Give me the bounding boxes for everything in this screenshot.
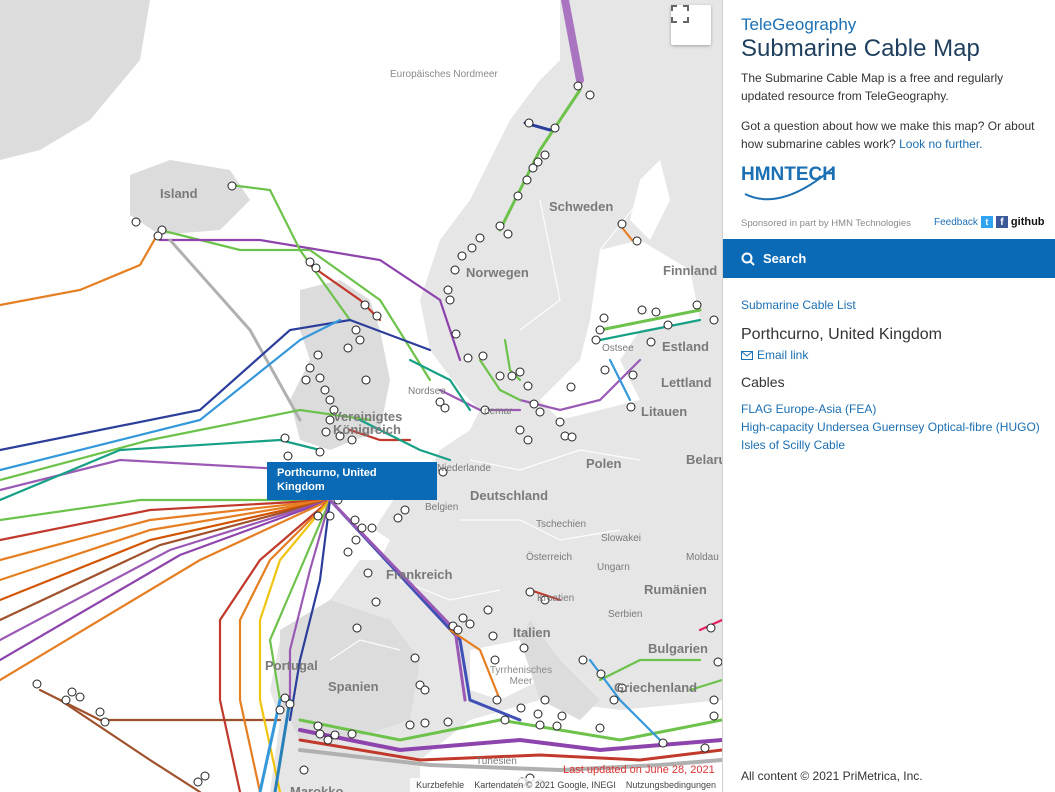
label-tyrrhen: Tyrrhenisches Meer xyxy=(489,665,553,687)
label-rumaenien: Rumänien xyxy=(644,582,707,597)
search-button[interactable]: Search xyxy=(723,239,1055,278)
search-label: Search xyxy=(763,251,807,266)
label-tschechien: Tschechien xyxy=(536,519,587,530)
label-vk-2: Königreich xyxy=(333,422,401,437)
cable-link[interactable]: High-capacity Undersea Guernsey Optical-… xyxy=(741,418,1040,436)
label-finnland: Finnland xyxy=(663,263,718,278)
label-niederlande: Niederlande xyxy=(437,463,491,474)
label-ungarn: Ungarn xyxy=(597,562,630,573)
label-serbien: Serbien xyxy=(608,609,643,620)
label-italien: Italien xyxy=(513,625,551,640)
label-portugal: Portugal xyxy=(265,658,318,673)
feedback-link[interactable]: Feedback xyxy=(934,217,978,228)
label-griechenland: Griechenland xyxy=(614,680,698,695)
label-ostsee: Ostsee xyxy=(602,343,634,354)
sponsor-logo-text: HMNTECH xyxy=(741,164,836,185)
question-body: Got a question about how we make this ma… xyxy=(741,119,1035,151)
landing-point-popup[interactable]: Porthcurno, United Kingdom xyxy=(267,462,437,500)
sponsor-logo-mark: HMNTECH xyxy=(741,164,836,201)
terms-link[interactable]: Nutzungsbedingungen xyxy=(626,780,716,790)
search-icon xyxy=(741,252,755,266)
label-litauen: Litauen xyxy=(641,404,688,419)
cable-list-link[interactable]: Submarine Cable List xyxy=(741,298,856,312)
copyright: All content © 2021 PriMetrica, Inc. xyxy=(741,769,923,783)
envelope-icon xyxy=(741,350,753,360)
intro-text: The Submarine Cable Map is a free and re… xyxy=(741,71,1004,103)
last-updated: Last updated on June 28, 2021 xyxy=(563,764,715,776)
place-title: Porthcurno, United Kingdom xyxy=(741,326,942,343)
label-tunesien: Tunesien xyxy=(476,756,517,767)
email-link[interactable]: Email link xyxy=(741,348,808,362)
label-norwegen: Norwegen xyxy=(466,265,529,280)
map-view[interactable]: Europäisches Nordmeer Island Schweden No… xyxy=(0,0,722,792)
facebook-icon[interactable]: f xyxy=(995,216,1008,228)
label-spanien: Spanien xyxy=(328,679,379,694)
mapdata-text: Kartendaten © 2021 Google, INEGI xyxy=(474,780,616,790)
fullscreen-button[interactable] xyxy=(671,5,711,45)
label-schweden: Schweden xyxy=(549,199,614,214)
brand-logo[interactable]: TeleGeography xyxy=(741,15,856,35)
label-polen: Polen xyxy=(586,456,622,471)
label-deutschland: Deutschland xyxy=(470,488,549,503)
label-nordsee: Nordsee xyxy=(408,386,446,397)
label-slowakei: Slowakei xyxy=(601,533,642,544)
label-sea-north: Europäisches Nordmeer xyxy=(390,69,498,80)
twitter-icon[interactable]: t xyxy=(980,216,993,228)
label-lettland: Lettland xyxy=(661,375,712,390)
cable-link[interactable]: FLAG Europe-Asia (FEA) xyxy=(741,400,1040,418)
side-panel: TeleGeography Submarine Cable Map The Su… xyxy=(722,0,1055,792)
github-link[interactable]: github xyxy=(1011,216,1045,228)
question-text: Got a question about how we make this ma… xyxy=(741,117,1046,153)
fullscreen-icon xyxy=(671,5,689,23)
label-marokko: Marokko xyxy=(290,784,344,792)
shortcuts-link[interactable]: Kurzbefehle xyxy=(416,780,464,790)
label-bulgarien: Bulgarien xyxy=(648,641,708,656)
email-link-label: Email link xyxy=(757,348,809,362)
cable-link[interactable]: Isles of Scilly Cable xyxy=(741,436,1040,454)
label-belgien: Belgien xyxy=(425,502,459,513)
sponsor-logo[interactable]: HMNTECH xyxy=(741,160,841,210)
page-title: Submarine Cable Map xyxy=(741,35,980,62)
label-moldau: Moldau xyxy=(686,552,719,563)
map-canvas[interactable] xyxy=(0,0,722,792)
label-belarus: Belaru xyxy=(686,452,722,467)
label-estland: Estland xyxy=(662,339,709,354)
cable-list: FLAG Europe-Asia (FEA) High-capacity Und… xyxy=(741,400,1040,454)
map-attribution: Kurzbefehle Kartendaten © 2021 Google, I… xyxy=(410,778,722,792)
label-kroatien: Kroatien xyxy=(537,593,575,604)
label-daenemark: nemar xyxy=(484,406,513,417)
label-oesterreich: Österreich xyxy=(526,552,573,563)
look-no-further-link[interactable]: Look no further. xyxy=(899,137,982,151)
label-island: Island xyxy=(160,186,198,201)
label-frankreich: Frankreich xyxy=(386,567,453,582)
sponsor-text: Sponsored in part by HMN Technologies xyxy=(741,218,911,229)
social-links: Feedback t f github xyxy=(934,216,1045,228)
cables-heading: Cables xyxy=(741,374,785,390)
